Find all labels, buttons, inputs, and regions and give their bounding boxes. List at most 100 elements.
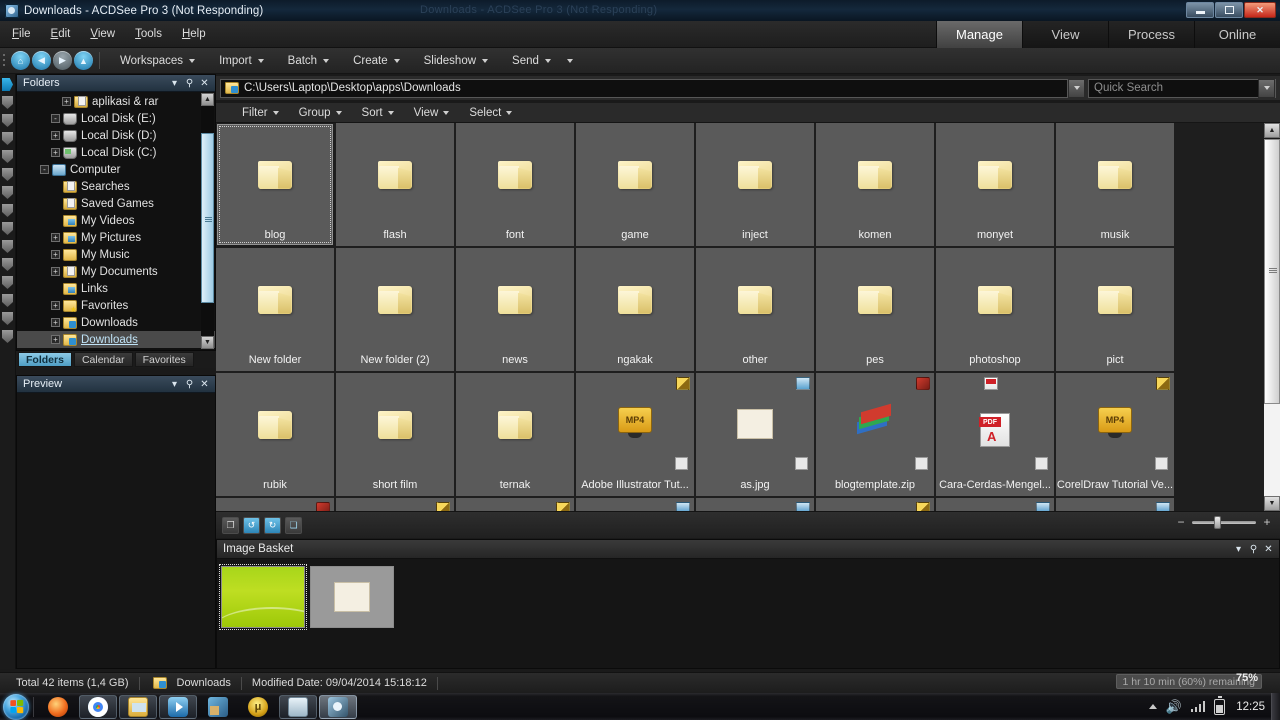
gutter-marker[interactable] (2, 150, 13, 163)
file-grid-item[interactable]: MP4 Adobe Illustrator Tut... (576, 373, 696, 498)
file-grid-container[interactable]: blog flash font game inject komen monyet musik N… (216, 123, 1264, 511)
gutter-marker[interactable] (2, 204, 13, 217)
menu-edit[interactable]: Edit (51, 28, 71, 40)
toolbar-grip[interactable] (2, 51, 11, 70)
gutter-marker[interactable] (2, 96, 13, 109)
taskbar-firefox[interactable] (39, 695, 77, 719)
search-dropdown-button[interactable] (1258, 78, 1275, 98)
copy-to-basket-icon[interactable]: ❐ (222, 516, 239, 534)
group-button[interactable]: Group (291, 107, 350, 119)
tab-process[interactable]: Process (1108, 21, 1194, 48)
collapse-icon[interactable]: - (51, 114, 60, 123)
collapse-icon[interactable]: - (40, 165, 49, 174)
tree-item-local-disk-c[interactable]: + Local Disk (C:) (17, 144, 215, 161)
panel-tab-favorites[interactable]: Favorites (134, 352, 194, 367)
file-grid-item[interactable]: short film (336, 373, 456, 498)
panel-tab-folders[interactable]: Folders (18, 352, 72, 367)
tree-item-my-pictures[interactable]: + My Pictures (17, 229, 215, 246)
grid-scroll-thumb[interactable] (1264, 139, 1280, 404)
toolbar-create[interactable]: Create (341, 55, 412, 67)
expand-icon[interactable]: + (51, 318, 60, 327)
chevron-down-icon[interactable]: ▾ (168, 378, 181, 391)
grid-scroll-track[interactable] (1264, 404, 1280, 496)
file-grid-item[interactable]: inject (696, 123, 816, 248)
back-icon[interactable]: ◀ (32, 51, 51, 70)
file-grid-item[interactable]: as.jpg (696, 373, 816, 498)
network-signal-icon[interactable] (1190, 701, 1206, 712)
file-grid-item[interactable]: photoshop (936, 248, 1056, 373)
toolbar-overflow-icon[interactable] (566, 58, 573, 63)
basket-thumbnail-green[interactable] (219, 564, 307, 630)
close-icon[interactable]: ✕ (198, 77, 211, 90)
pin-icon[interactable]: ⚲ (1247, 543, 1260, 556)
tree-item-local-disk-e[interactable]: - Local Disk (E:) (17, 110, 215, 127)
file-grid-item-partial[interactable] (576, 498, 696, 511)
file-grid-item[interactable]: MP4 CorelDraw Tutorial Ve... (1056, 373, 1176, 498)
zoom-out-icon[interactable]: − (1176, 515, 1186, 529)
view-button[interactable]: View (406, 107, 458, 119)
file-grid-item[interactable]: pict (1056, 248, 1176, 373)
menu-view[interactable]: View (90, 28, 115, 40)
taskbar-office[interactable] (199, 695, 237, 719)
chevron-down-icon[interactable]: ▾ (1232, 543, 1245, 556)
expand-icon[interactable]: + (51, 250, 60, 259)
file-grid-item-partial[interactable] (456, 498, 576, 511)
tree-item-downloads[interactable]: + Downloads (17, 331, 215, 348)
menu-file[interactable]: File (12, 28, 31, 40)
tree-item-my-documents[interactable]: + My Documents (17, 263, 215, 280)
file-grid-item[interactable]: font (456, 123, 576, 248)
expand-icon[interactable]: + (51, 233, 60, 242)
file-grid-item[interactable]: PDF A Cara-Cerdas-Mengel... (936, 373, 1056, 498)
tab-manage[interactable]: Manage (936, 21, 1022, 48)
file-select-checkbox[interactable] (1035, 457, 1048, 470)
file-grid-item[interactable]: komen (816, 123, 936, 248)
forward-icon[interactable]: ▶ (53, 51, 72, 70)
close-icon[interactable]: ✕ (198, 378, 211, 391)
taskbar-notepad[interactable] (279, 694, 317, 719)
file-select-checkbox[interactable] (915, 457, 928, 470)
basket-thumbnail-placeholder[interactable] (310, 566, 394, 628)
close-icon[interactable]: ✕ (1262, 543, 1275, 556)
close-button[interactable]: ✕ (1244, 2, 1276, 18)
scroll-up-icon[interactable]: ▲ (1264, 123, 1280, 138)
gutter-marker[interactable] (2, 114, 13, 127)
tree-item-computer[interactable]: - Computer (17, 161, 215, 178)
taskbar-explorer[interactable] (119, 694, 157, 719)
tab-view[interactable]: View (1022, 21, 1108, 48)
zoom-slider-track[interactable] (1192, 515, 1256, 529)
taskbar-utorrent[interactable]: μ (239, 695, 277, 719)
gutter-marker[interactable] (2, 330, 13, 343)
chevron-down-icon[interactable]: ▾ (168, 77, 181, 90)
zoom-in-icon[interactable]: + (1262, 515, 1272, 529)
show-hidden-icons-icon[interactable] (1148, 704, 1157, 709)
file-grid-item[interactable]: blog (216, 123, 336, 248)
file-grid-item[interactable]: flash (336, 123, 456, 248)
file-grid-item-partial[interactable] (936, 498, 1056, 511)
file-grid-item[interactable]: rubik (216, 373, 336, 498)
file-grid-item[interactable]: game (576, 123, 696, 248)
maximize-button[interactable] (1215, 2, 1243, 18)
scroll-up-icon[interactable]: ▲ (201, 93, 214, 106)
tree-item-downloads[interactable]: + Downloads (17, 314, 215, 331)
gutter-marker[interactable] (2, 294, 13, 307)
file-grid-item[interactable]: ternak (456, 373, 576, 498)
panel-tab-calendar[interactable]: Calendar (73, 352, 133, 367)
volume-icon[interactable]: 🔊 (1166, 699, 1182, 715)
tab-online[interactable]: Online (1194, 21, 1280, 48)
thumbnail-zoom-slider[interactable]: − + (1176, 515, 1272, 529)
tree-item-searches[interactable]: Searches (17, 178, 215, 195)
toolbar-import[interactable]: Import (207, 55, 276, 67)
address-field[interactable]: C:\Users\Laptop\Desktop\apps\Downloads (220, 78, 1068, 98)
taskbar-chrome[interactable] (79, 694, 117, 719)
gutter-marker[interactable] (2, 168, 13, 181)
gutter-marker[interactable] (2, 240, 13, 253)
address-dropdown-button[interactable] (1068, 78, 1085, 98)
rotate-right-icon[interactable]: ↻ (264, 516, 281, 534)
gutter-marker[interactable] (2, 258, 13, 271)
gutter-marker-active[interactable] (2, 78, 13, 91)
toolbar-slideshow[interactable]: Slideshow (412, 55, 500, 67)
file-select-checkbox[interactable] (1155, 457, 1168, 470)
taskbar-wmp[interactable] (159, 694, 197, 719)
tree-item-favorites[interactable]: + Favorites (17, 297, 215, 314)
file-grid-item-partial[interactable] (216, 498, 336, 511)
